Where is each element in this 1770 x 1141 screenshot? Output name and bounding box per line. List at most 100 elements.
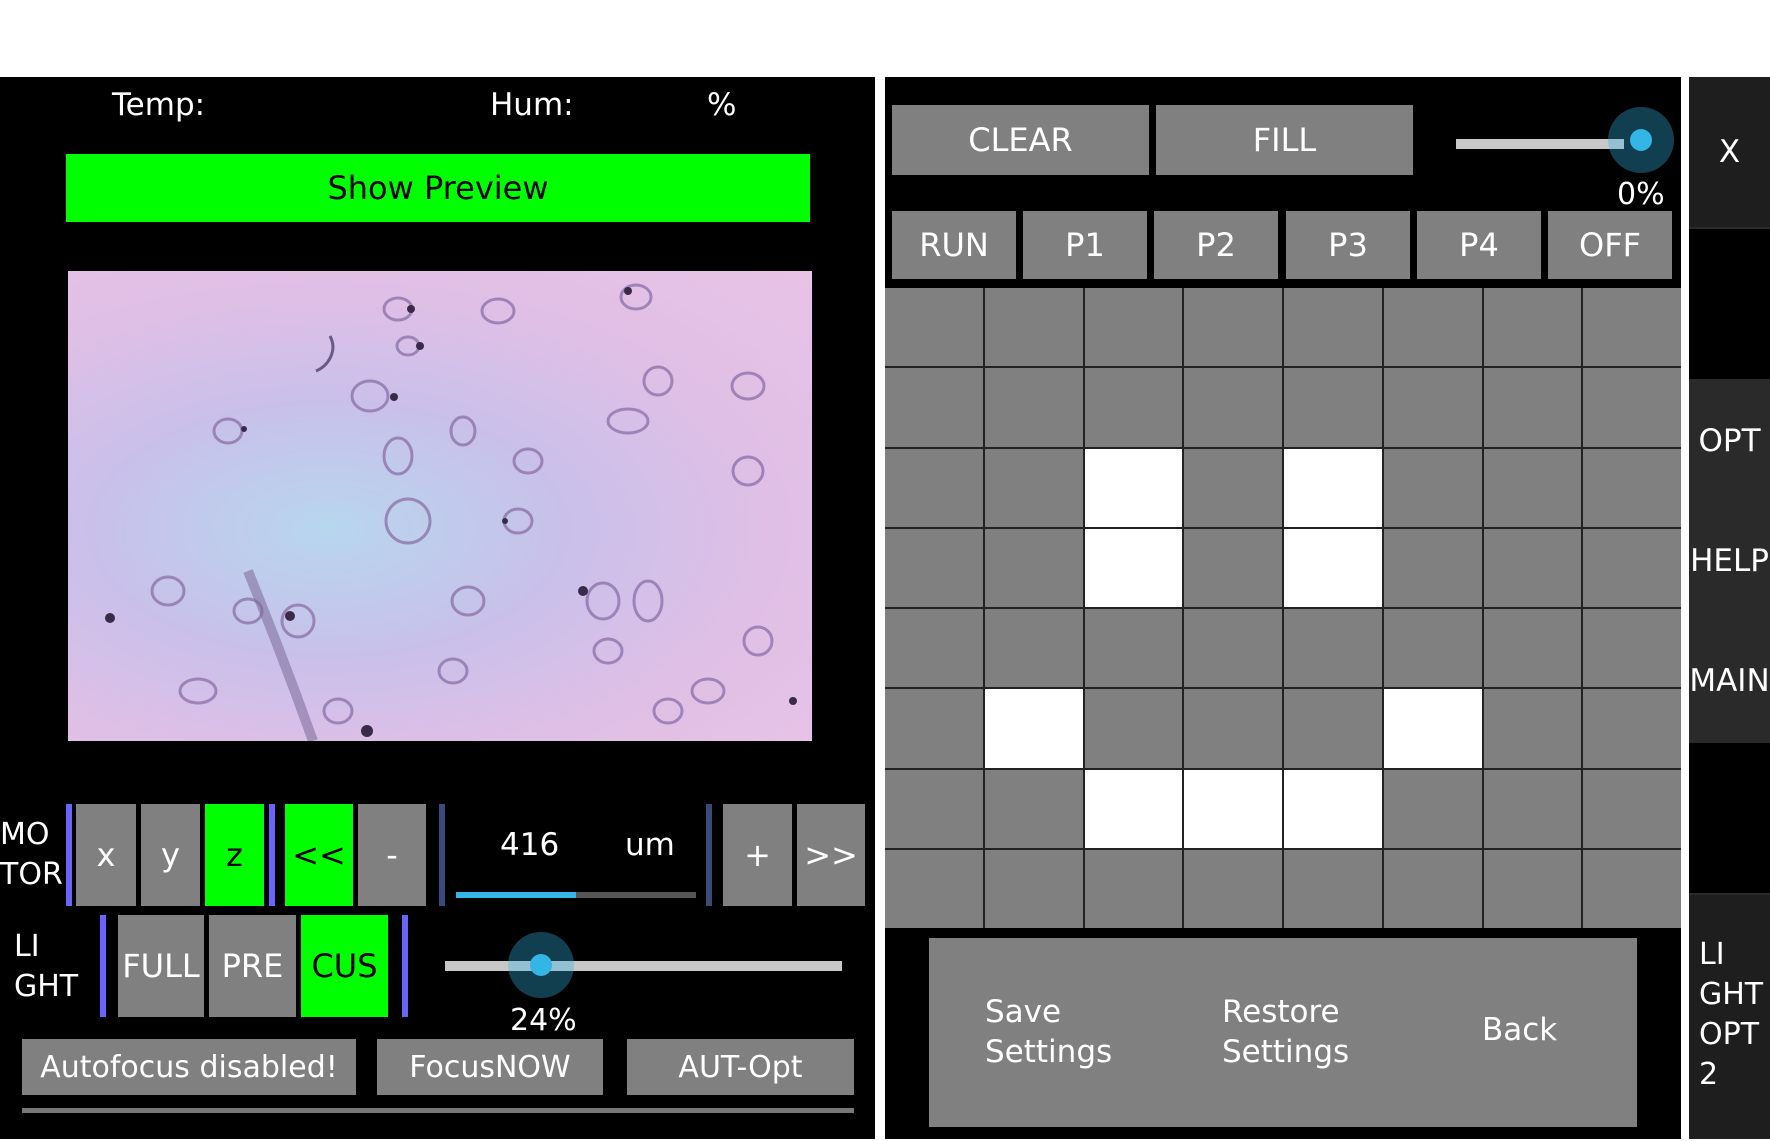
main-button[interactable]: MAIN — [1689, 621, 1770, 741]
led-cell[interactable] — [1284, 689, 1382, 768]
led-cell[interactable] — [984, 528, 1083, 607]
light-pre-button[interactable]: PRE — [209, 915, 296, 1017]
led-cell[interactable] — [1383, 769, 1482, 848]
led-cell[interactable] — [885, 609, 983, 688]
aut-opt-button[interactable]: AUT-Opt — [627, 1039, 854, 1095]
led-cell[interactable] — [1084, 849, 1183, 928]
light-custom-button[interactable]: CUS — [301, 915, 388, 1017]
led-cell[interactable] — [1383, 689, 1482, 768]
led-cell[interactable] — [885, 849, 983, 928]
led-cell[interactable] — [1084, 368, 1183, 447]
led-cell[interactable] — [1583, 849, 1681, 928]
led-cell[interactable] — [1284, 288, 1382, 367]
led-cell[interactable] — [1284, 448, 1382, 527]
led-cell[interactable] — [1483, 448, 1582, 527]
restore-settings-button[interactable]: Restore Settings — [1222, 992, 1349, 1072]
led-cell[interactable] — [984, 368, 1083, 447]
pattern-p2-button[interactable]: P2 — [1154, 211, 1278, 279]
led-cell[interactable] — [984, 689, 1083, 768]
clear-button[interactable]: CLEAR — [892, 105, 1149, 175]
opt-button[interactable]: OPT — [1689, 381, 1770, 501]
pattern-p4-button[interactable]: P4 — [1417, 211, 1541, 279]
axis-y-button[interactable]: y — [141, 804, 200, 906]
led-cell[interactable] — [1184, 528, 1282, 607]
led-cell[interactable] — [1483, 689, 1582, 768]
led-cell[interactable] — [1184, 769, 1282, 848]
light-intensity-thumb[interactable] — [508, 932, 574, 998]
light-full-button[interactable]: FULL — [118, 915, 204, 1017]
led-cell[interactable] — [1284, 609, 1382, 688]
axis-x-button[interactable]: x — [76, 804, 136, 906]
led-cell[interactable] — [1284, 528, 1382, 607]
led-cell[interactable] — [1084, 288, 1183, 367]
axis-z-button[interactable]: z — [205, 804, 264, 906]
light-intensity-slider[interactable] — [445, 961, 842, 971]
led-cell[interactable] — [885, 528, 983, 607]
step-back-button[interactable]: - — [358, 804, 426, 906]
led-cell[interactable] — [984, 769, 1083, 848]
led-cell[interactable] — [984, 849, 1083, 928]
led-cell[interactable] — [1383, 849, 1482, 928]
led-cell[interactable] — [1084, 769, 1183, 848]
back-button[interactable]: Back — [1482, 1012, 1557, 1048]
led-cell[interactable] — [1084, 689, 1183, 768]
led-cell[interactable] — [885, 689, 983, 768]
position-slider[interactable] — [456, 892, 696, 898]
led-cell[interactable] — [885, 368, 983, 447]
help-button[interactable]: HELP — [1689, 501, 1770, 621]
pattern-p1-button[interactable]: P1 — [1023, 211, 1147, 279]
step-back-fast-button[interactable]: << — [285, 804, 353, 906]
led-cell[interactable] — [1483, 769, 1582, 848]
led-cell[interactable] — [1583, 368, 1681, 447]
led-cell[interactable] — [885, 448, 983, 527]
led-cell[interactable] — [1383, 368, 1482, 447]
led-cell[interactable] — [984, 448, 1083, 527]
led-cell[interactable] — [1483, 609, 1582, 688]
led-cell[interactable] — [1284, 769, 1382, 848]
led-cell[interactable] — [1084, 528, 1183, 607]
step-forward-button[interactable]: + — [723, 804, 792, 906]
led-cell[interactable] — [1483, 849, 1582, 928]
led-cell[interactable] — [1483, 528, 1582, 607]
brightness-slider[interactable] — [1456, 139, 1624, 149]
off-button[interactable]: OFF — [1548, 211, 1672, 279]
led-cell[interactable] — [1483, 368, 1582, 447]
led-cell[interactable] — [1383, 448, 1482, 527]
led-cell[interactable] — [1583, 448, 1681, 527]
close-button[interactable]: X — [1689, 77, 1770, 227]
led-cell[interactable] — [1583, 609, 1681, 688]
fill-button[interactable]: FILL — [1156, 105, 1413, 175]
focus-now-button[interactable]: FocusNOW — [377, 1039, 603, 1095]
led-cell[interactable] — [1084, 448, 1183, 527]
led-cell[interactable] — [1483, 288, 1582, 367]
led-cell[interactable] — [1184, 849, 1282, 928]
led-cell[interactable] — [1383, 609, 1482, 688]
led-cell[interactable] — [885, 288, 983, 367]
bottom-divider — [22, 1108, 854, 1113]
autofocus-status-button[interactable]: Autofocus disabled! — [22, 1039, 356, 1095]
led-cell[interactable] — [984, 609, 1083, 688]
led-cell[interactable] — [1084, 609, 1183, 688]
led-cell[interactable] — [1583, 528, 1681, 607]
step-forward-fast-button[interactable]: >> — [797, 804, 865, 906]
show-preview-button[interactable]: Show Preview — [66, 154, 810, 222]
led-cell[interactable] — [1184, 689, 1282, 768]
led-cell[interactable] — [1284, 849, 1382, 928]
save-settings-button[interactable]: Save Settings — [985, 992, 1112, 1072]
led-cell[interactable] — [1383, 288, 1482, 367]
led-cell[interactable] — [1583, 769, 1681, 848]
led-cell[interactable] — [984, 288, 1083, 367]
brightness-thumb[interactable] — [1608, 107, 1674, 173]
led-cell[interactable] — [1184, 609, 1282, 688]
led-cell[interactable] — [1583, 288, 1681, 367]
led-cell[interactable] — [1184, 368, 1282, 447]
light-opt-2-button[interactable]: LI GHT OPT 2 — [1689, 895, 1770, 1139]
led-cell[interactable] — [1284, 368, 1382, 447]
led-cell[interactable] — [1383, 528, 1482, 607]
led-cell[interactable] — [1184, 448, 1282, 527]
led-cell[interactable] — [1184, 288, 1282, 367]
led-cell[interactable] — [885, 769, 983, 848]
led-cell[interactable] — [1583, 689, 1681, 768]
pattern-p3-button[interactable]: P3 — [1286, 211, 1410, 279]
run-button[interactable]: RUN — [892, 211, 1016, 279]
